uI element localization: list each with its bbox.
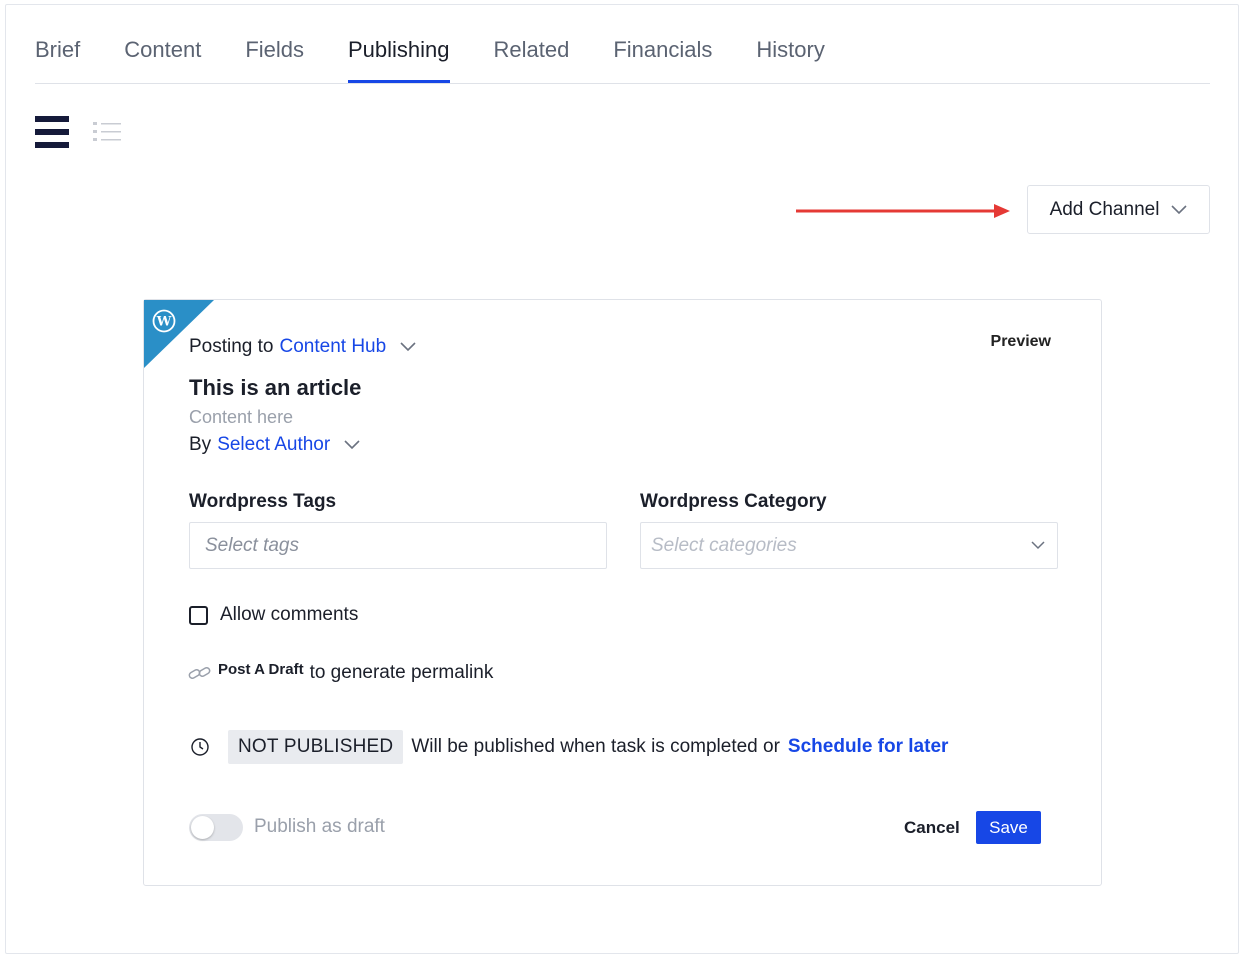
card-view-icon[interactable] [35,115,69,154]
checkbox-box[interactable] [189,605,208,625]
permalink-row: Post A Draft to generate permalink [188,661,494,684]
tab-financials[interactable]: Financials [613,35,712,83]
cancel-button[interactable]: Cancel [904,818,960,838]
tags-input[interactable] [189,522,607,569]
allow-comments-checkbox[interactable]: Allow comments [189,604,358,626]
link-icon [188,667,211,679]
status-message: Will be published when task is completed… [411,736,780,757]
content-placeholder: Content here [189,407,294,427]
tab-content[interactable]: Content [124,35,201,83]
posting-destination: Posting to Content Hub [189,336,416,358]
category-label: Wordpress Category [640,491,827,512]
by-prefix: By [189,434,212,455]
chevron-down-icon [1171,204,1188,214]
toggle-knob [191,816,214,839]
clock-icon [191,738,209,756]
tab-related[interactable]: Related [494,35,570,83]
save-button[interactable]: Save [976,811,1041,844]
tab-publishing[interactable]: Publishing [348,35,450,83]
red-arrow-icon [796,204,1010,218]
publish-status-row: NOT PUBLISHED Will be published when tas… [190,730,948,764]
allow-comments-label: Allow comments [220,604,359,625]
post-a-draft-link[interactable]: Post A Draft [218,661,304,678]
wordpress-icon: W [152,309,176,333]
tab-history[interactable]: History [756,35,824,83]
destination-link[interactable]: Content Hub [280,336,387,358]
author-row: By Select Author [189,434,360,456]
publish-as-draft-label: Publish as draft [254,816,385,837]
add-channel-button[interactable]: Add Channel [1027,185,1210,234]
tab-bar: Brief Content Fields Publishing Related … [35,5,1210,84]
publish-as-draft-toggle[interactable] [189,814,243,841]
view-toggle [35,115,121,154]
category-placeholder: Select categories [651,534,797,556]
tags-label: Wordpress Tags [189,491,337,512]
permalink-text: to generate permalink [309,662,494,683]
chevron-down-icon [1031,541,1045,550]
tab-fields[interactable]: Fields [245,35,304,83]
preview-button[interactable]: Preview [991,333,1051,351]
add-channel-label: Add Channel [1049,198,1160,220]
channel-card: W Posting to Content Hub Preview This is… [143,299,1102,886]
select-author-link[interactable]: Select Author [217,434,330,456]
tab-brief[interactable]: Brief [35,35,80,83]
article-title: This is an article [189,375,362,400]
status-badge: NOT PUBLISHED [228,730,404,764]
publishing-panel: Brief Content Fields Publishing Related … [5,4,1239,954]
svg-text:W: W [156,315,172,330]
list-view-icon[interactable] [93,120,121,149]
schedule-for-later-link[interactable]: Schedule for later [788,736,949,758]
posting-prefix: Posting to [189,336,274,357]
category-select[interactable]: Select categories [640,522,1058,569]
chevron-down-icon[interactable] [344,440,360,450]
chevron-down-icon[interactable] [400,342,416,352]
